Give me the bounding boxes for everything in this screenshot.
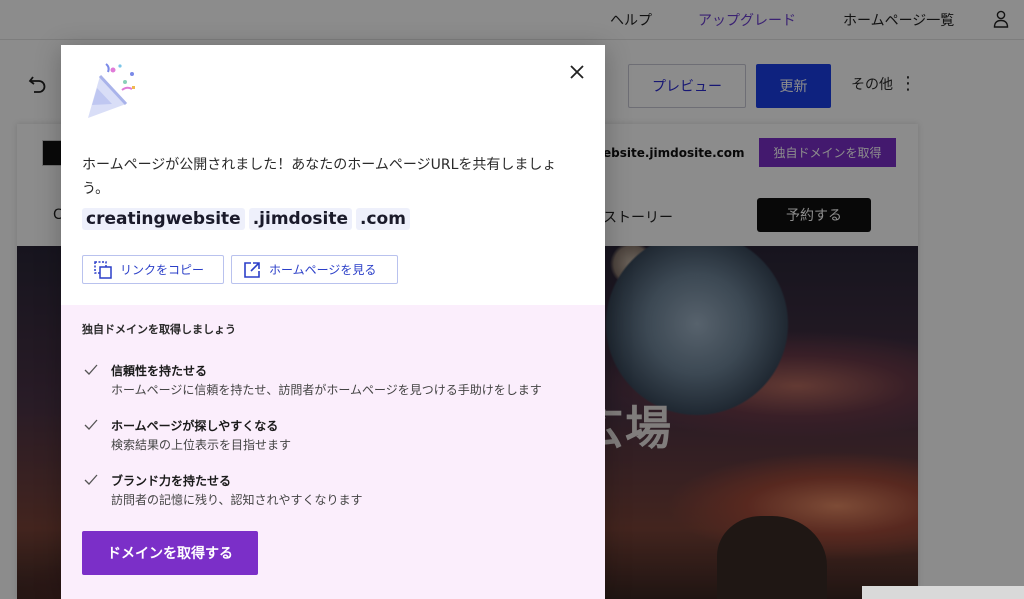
copy-link-button[interactable]: リンクをコピー [82,255,224,284]
checkmark-icon [84,364,98,375]
url-domain: .jimdosite [248,208,352,230]
benefit-description: 訪問者の記憶に残り、認知されやすくなります [111,493,363,507]
benefit-title: ブランド力を持たせる [111,474,232,488]
party-popper-icon [88,63,135,118]
benefit-description: 検索結果の上位表示を目指せます [111,438,292,452]
close-icon[interactable] [566,61,588,83]
checkmark-icon [84,419,98,430]
view-site-label: ホームページを見る [269,263,377,277]
url-subdomain: creatingwebsite [82,208,245,230]
domain-panel-heading: 独自ドメインを取得しましょう [82,323,236,336]
checkmark-icon [84,474,98,485]
benefit-title: 信頼性を持たせる [111,364,208,378]
external-link-icon [244,261,260,278]
corner-panel [862,586,1024,599]
benefit-title: ホームページが探しやすくなる [111,419,279,433]
site-url-display: creatingwebsite .jimdosite .com [82,208,410,230]
copy-link-label: リンクをコピー [120,263,205,277]
get-domain-button[interactable]: ドメインを取得する [82,531,258,575]
copy-icon [94,260,112,279]
published-message: ホームページが公開されました！あなたのホームページURLを共有しましょう。 [82,157,557,197]
benefit-description: ホームページに信頼を持たせ、訪問者がホームページを見つける手助けをします [111,383,542,397]
view-site-button[interactable]: ホームページを見る [231,255,398,284]
url-tld: .com [355,208,410,230]
